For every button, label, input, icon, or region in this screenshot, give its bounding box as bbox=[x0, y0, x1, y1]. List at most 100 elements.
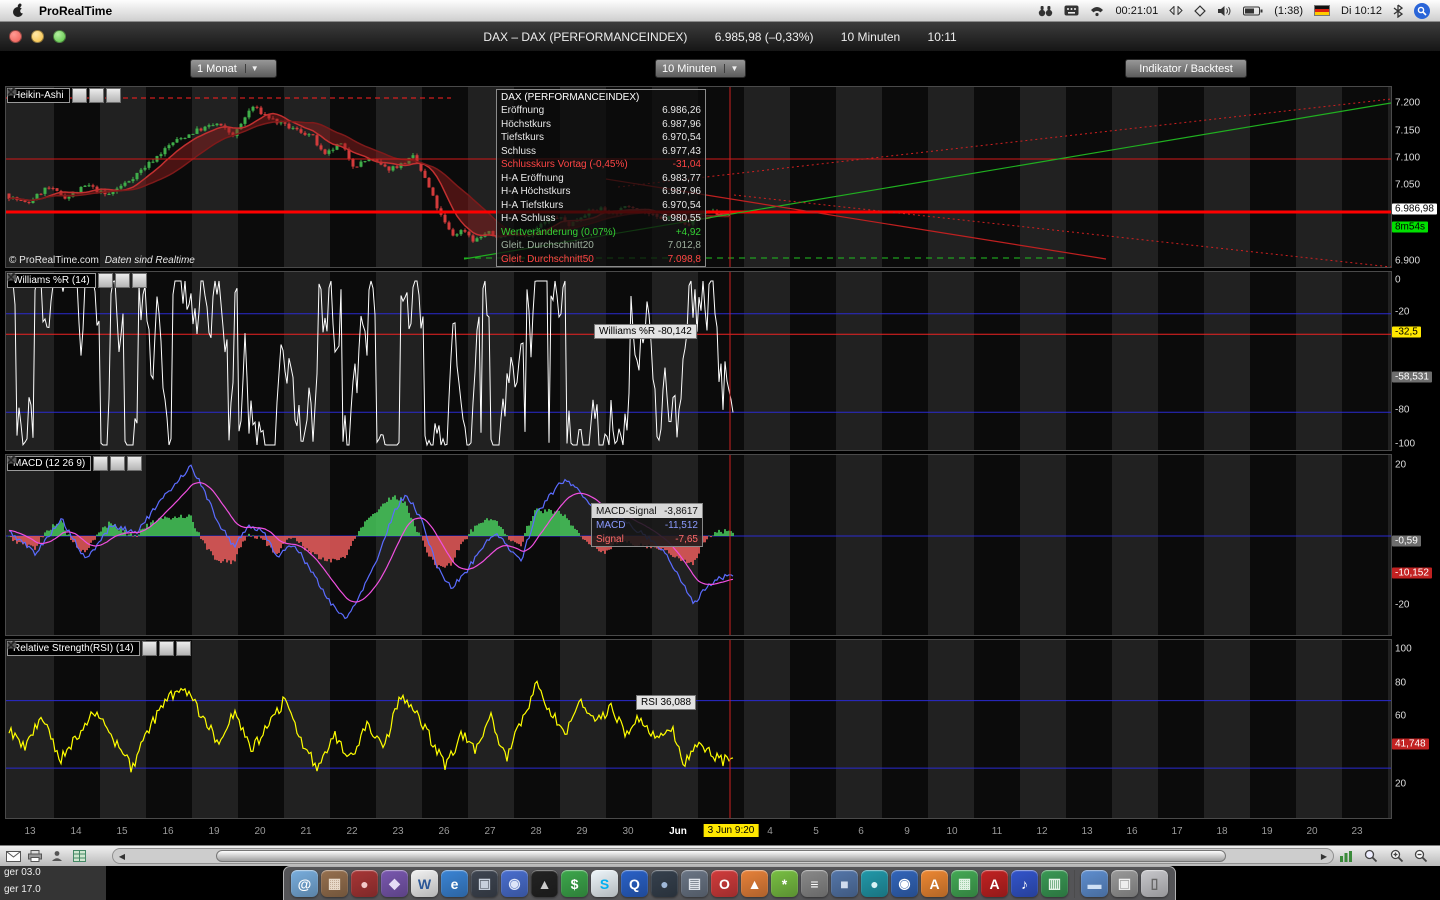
menu-datetime-text[interactable]: Di 10:12 bbox=[1341, 5, 1382, 17]
battery-icon[interactable] bbox=[1243, 6, 1263, 16]
binoculars-icon[interactable] bbox=[1038, 5, 1053, 17]
zoom-in-icon[interactable] bbox=[1388, 848, 1406, 864]
y-axis[interactable]: 7.2007.1507.1007.0506.9000-20-80-10020-2… bbox=[1392, 86, 1440, 822]
apple-logo-icon bbox=[12, 3, 25, 18]
phone-icon[interactable] bbox=[1090, 5, 1104, 17]
bluetooth-icon[interactable] bbox=[1393, 4, 1403, 18]
close-icon[interactable] bbox=[176, 641, 191, 656]
close-icon[interactable] bbox=[127, 456, 142, 471]
wrench-icon[interactable] bbox=[142, 641, 157, 656]
dock-app-icon-utility[interactable]: ▣ bbox=[471, 870, 498, 897]
volume-icon[interactable] bbox=[1217, 5, 1232, 17]
y-axis-tick: 20 bbox=[1395, 779, 1406, 790]
chart-zoom-preset-icon[interactable] bbox=[1338, 848, 1356, 864]
dock-app-icon-folder[interactable]: ▬ bbox=[1081, 870, 1108, 897]
quote-info-row: H-A Höchstkurs6.987,96 bbox=[501, 185, 701, 199]
dock-app-icon-internet-explorer[interactable]: e bbox=[441, 870, 468, 897]
nav-arrows-icon[interactable] bbox=[1169, 6, 1183, 15]
dock-app-icon-opera[interactable]: O bbox=[711, 870, 738, 897]
dock-app-icon-browser[interactable]: ◉ bbox=[891, 870, 918, 897]
dock-app-icon-globe-dark[interactable]: ● bbox=[651, 870, 678, 897]
chart-scroll-bar-row: ◀ ▶ bbox=[0, 845, 1440, 866]
last-price-tag: 6.986,98 bbox=[1392, 204, 1437, 215]
macd-panel[interactable]: MACD (12 26 9) MACD-Signal-3,8617MACD-11… bbox=[5, 454, 1392, 636]
x-axis-label: 18 bbox=[1216, 826, 1227, 837]
folder-icon[interactable] bbox=[159, 641, 174, 656]
dock-app-icon-orange-a[interactable]: A bbox=[921, 870, 948, 897]
dock-app-icon-media-player[interactable]: ● bbox=[351, 870, 378, 897]
x-axis-label: 15 bbox=[116, 826, 127, 837]
close-icon[interactable] bbox=[132, 273, 147, 288]
quote-info-row: Gleit. Durchschnitt207.012,8 bbox=[501, 239, 701, 253]
menu-extra-icon[interactable] bbox=[1194, 5, 1206, 17]
close-icon[interactable] bbox=[106, 88, 121, 103]
macd-level-tag: -10,152 bbox=[1392, 568, 1432, 579]
dock-app-icon-acrobat[interactable]: A bbox=[981, 870, 1008, 897]
x-axis-label: 4 bbox=[767, 826, 773, 837]
horizontal-scrollbar-track[interactable]: ◀ ▶ bbox=[112, 848, 1334, 864]
folder-icon[interactable] bbox=[110, 456, 125, 471]
x-axis[interactable]: 1314151619202122232627282930Jun456910111… bbox=[5, 820, 1392, 845]
x-axis-label: 11 bbox=[992, 826, 1002, 837]
dock-app-icon-system[interactable]: ▤ bbox=[681, 870, 708, 897]
user-icon[interactable] bbox=[48, 848, 66, 864]
rsi-panel[interactable]: Relative Strength(RSI) (14) RSI 36,088 bbox=[5, 639, 1392, 819]
mail-tool-icon[interactable] bbox=[4, 848, 22, 864]
dock-app-icon-skype[interactable]: S bbox=[591, 870, 618, 897]
folder-icon[interactable] bbox=[89, 88, 104, 103]
menu-stopwatch-text[interactable]: 00:21:01 bbox=[1115, 5, 1158, 17]
x-axis-label: Jun bbox=[669, 826, 687, 837]
german-flag-icon[interactable] bbox=[1314, 5, 1330, 16]
scroll-left-arrow[interactable]: ◀ bbox=[115, 850, 129, 862]
spotlight-icon[interactable] bbox=[1414, 3, 1430, 19]
dock-app-icon-finance[interactable]: $ bbox=[561, 870, 588, 897]
x-axis-label: 28 bbox=[530, 826, 541, 837]
dock-app-icon-package[interactable]: ▦ bbox=[321, 870, 348, 897]
timeframe-dropdown[interactable]: 10 Minuten ▼ bbox=[655, 59, 746, 78]
dock-app-icon-word[interactable]: W bbox=[411, 870, 438, 897]
dock-app-icon-trash[interactable]: ▯ bbox=[1141, 870, 1168, 897]
wrench-icon[interactable] bbox=[72, 88, 87, 103]
quote-info-row: Gleit. Durchschnitt507.098,8 bbox=[501, 253, 701, 267]
dock-app-icon-blue-app[interactable]: ◉ bbox=[501, 870, 528, 897]
window-title-bar: DAX – DAX (PERFORMANCEINDEX) 6.985,98 (–… bbox=[0, 22, 1440, 52]
range-dropdown[interactable]: 1 Monat ▼ bbox=[190, 59, 277, 78]
table-export-icon[interactable] bbox=[70, 848, 88, 864]
scroll-right-arrow[interactable]: ▶ bbox=[1317, 850, 1331, 862]
dock-app-icon-steel-app[interactable]: ■ bbox=[831, 870, 858, 897]
dock-app-icon-purple-app[interactable]: ◆ bbox=[381, 870, 408, 897]
dock-app-icon-teal-app[interactable]: ● bbox=[861, 870, 888, 897]
williams-panel[interactable]: Williams %R (14) Williams %R -80,142 bbox=[5, 271, 1392, 451]
zoom-out-icon[interactable] bbox=[1412, 848, 1430, 864]
rsi-value-tooltip: RSI 36,088 bbox=[636, 695, 696, 710]
x-axis-label: 19 bbox=[1261, 826, 1272, 837]
dock-app-icon-stats-app[interactable]: ▥ bbox=[1041, 870, 1068, 897]
quote-info-row: Eröffnung6.986,26 bbox=[501, 104, 701, 118]
indicator-backtest-button[interactable]: Indikator / Backtest bbox=[1125, 59, 1247, 78]
horizontal-scrollbar-thumb[interactable] bbox=[216, 850, 1226, 862]
realtime-note-text: Daten sind Realtime bbox=[105, 255, 195, 266]
keyboard-menu-icon[interactable] bbox=[1064, 5, 1079, 16]
dock-app-icon-music[interactable]: ♪ bbox=[1011, 870, 1038, 897]
menu-bar: ProRealTime 00:21:01 bbox=[0, 0, 1440, 22]
dock-app-icon-chart-app[interactable]: ▦ bbox=[951, 870, 978, 897]
wrench-icon[interactable] bbox=[98, 273, 113, 288]
dock-app-icon-green-app[interactable]: * bbox=[771, 870, 798, 897]
wrench-icon[interactable] bbox=[93, 456, 108, 471]
rsi-chart-svg bbox=[6, 640, 1391, 818]
indicator-label-rsi: Relative Strength(RSI) (14) bbox=[7, 641, 140, 656]
apple-menu-icon[interactable] bbox=[12, 3, 25, 18]
print-icon[interactable] bbox=[26, 848, 44, 864]
zoom-select-icon[interactable] bbox=[1362, 848, 1380, 864]
dock-app-icon-gray-app[interactable]: ≡ bbox=[801, 870, 828, 897]
dock-app-icon-window[interactable]: ▣ bbox=[1111, 870, 1138, 897]
dock-app-icon-terminal[interactable]: ▲ bbox=[531, 870, 558, 897]
y-axis-tick: 100 bbox=[1395, 644, 1412, 655]
folder-icon[interactable] bbox=[115, 273, 130, 288]
macd-tooltip-row: Signal-7,65 bbox=[592, 532, 702, 546]
dock-app-icon-quicktime[interactable]: Q bbox=[621, 870, 648, 897]
price-chart-panel[interactable]: Heikin-Ashi DAX (PERFORMANCEINDEX) Eröff… bbox=[5, 86, 1392, 268]
quote-info-row: H-A Eröffnung6.983,77 bbox=[501, 172, 701, 186]
dock-app-icon-vlc[interactable]: ▲ bbox=[741, 870, 768, 897]
dock-app-icon-mail[interactable]: @ bbox=[291, 870, 318, 897]
